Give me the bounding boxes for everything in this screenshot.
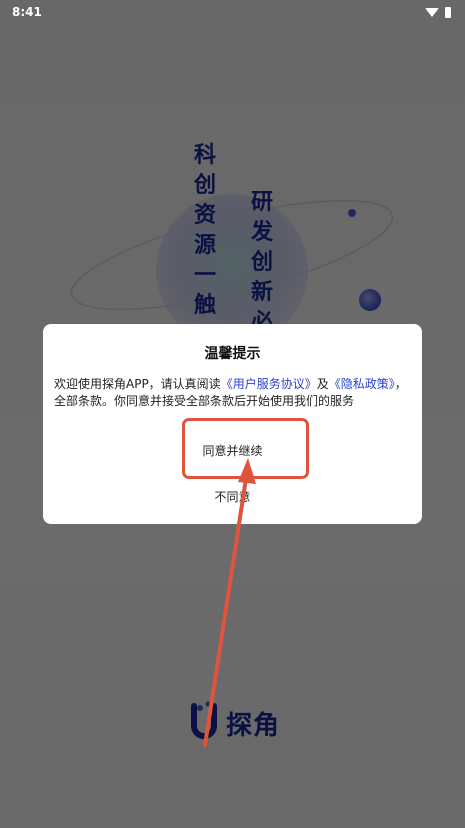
annotation-highlight-box bbox=[182, 418, 309, 479]
disagree-button[interactable]: 不同意 bbox=[43, 486, 422, 508]
dialog-body: 欢迎使用探角APP，请认真阅读《用户服务协议》及《隐私政策》，全部条款。你同意并… bbox=[54, 376, 414, 410]
dialog-title: 温馨提示 bbox=[204, 346, 261, 362]
status-bar: 8:41 bbox=[0, 0, 465, 24]
body-and: 及 bbox=[316, 377, 329, 391]
privacy-policy-link[interactable]: 《隐私政策》 bbox=[329, 377, 395, 391]
battery-icon bbox=[445, 6, 451, 18]
wifi-icon bbox=[425, 7, 439, 17]
body-prefix: 欢迎使用探角APP，请认真阅读 bbox=[54, 377, 221, 391]
status-time: 8:41 bbox=[12, 5, 42, 19]
user-agreement-link[interactable]: 《用户服务协议》 bbox=[221, 377, 317, 391]
status-icons bbox=[425, 6, 451, 18]
